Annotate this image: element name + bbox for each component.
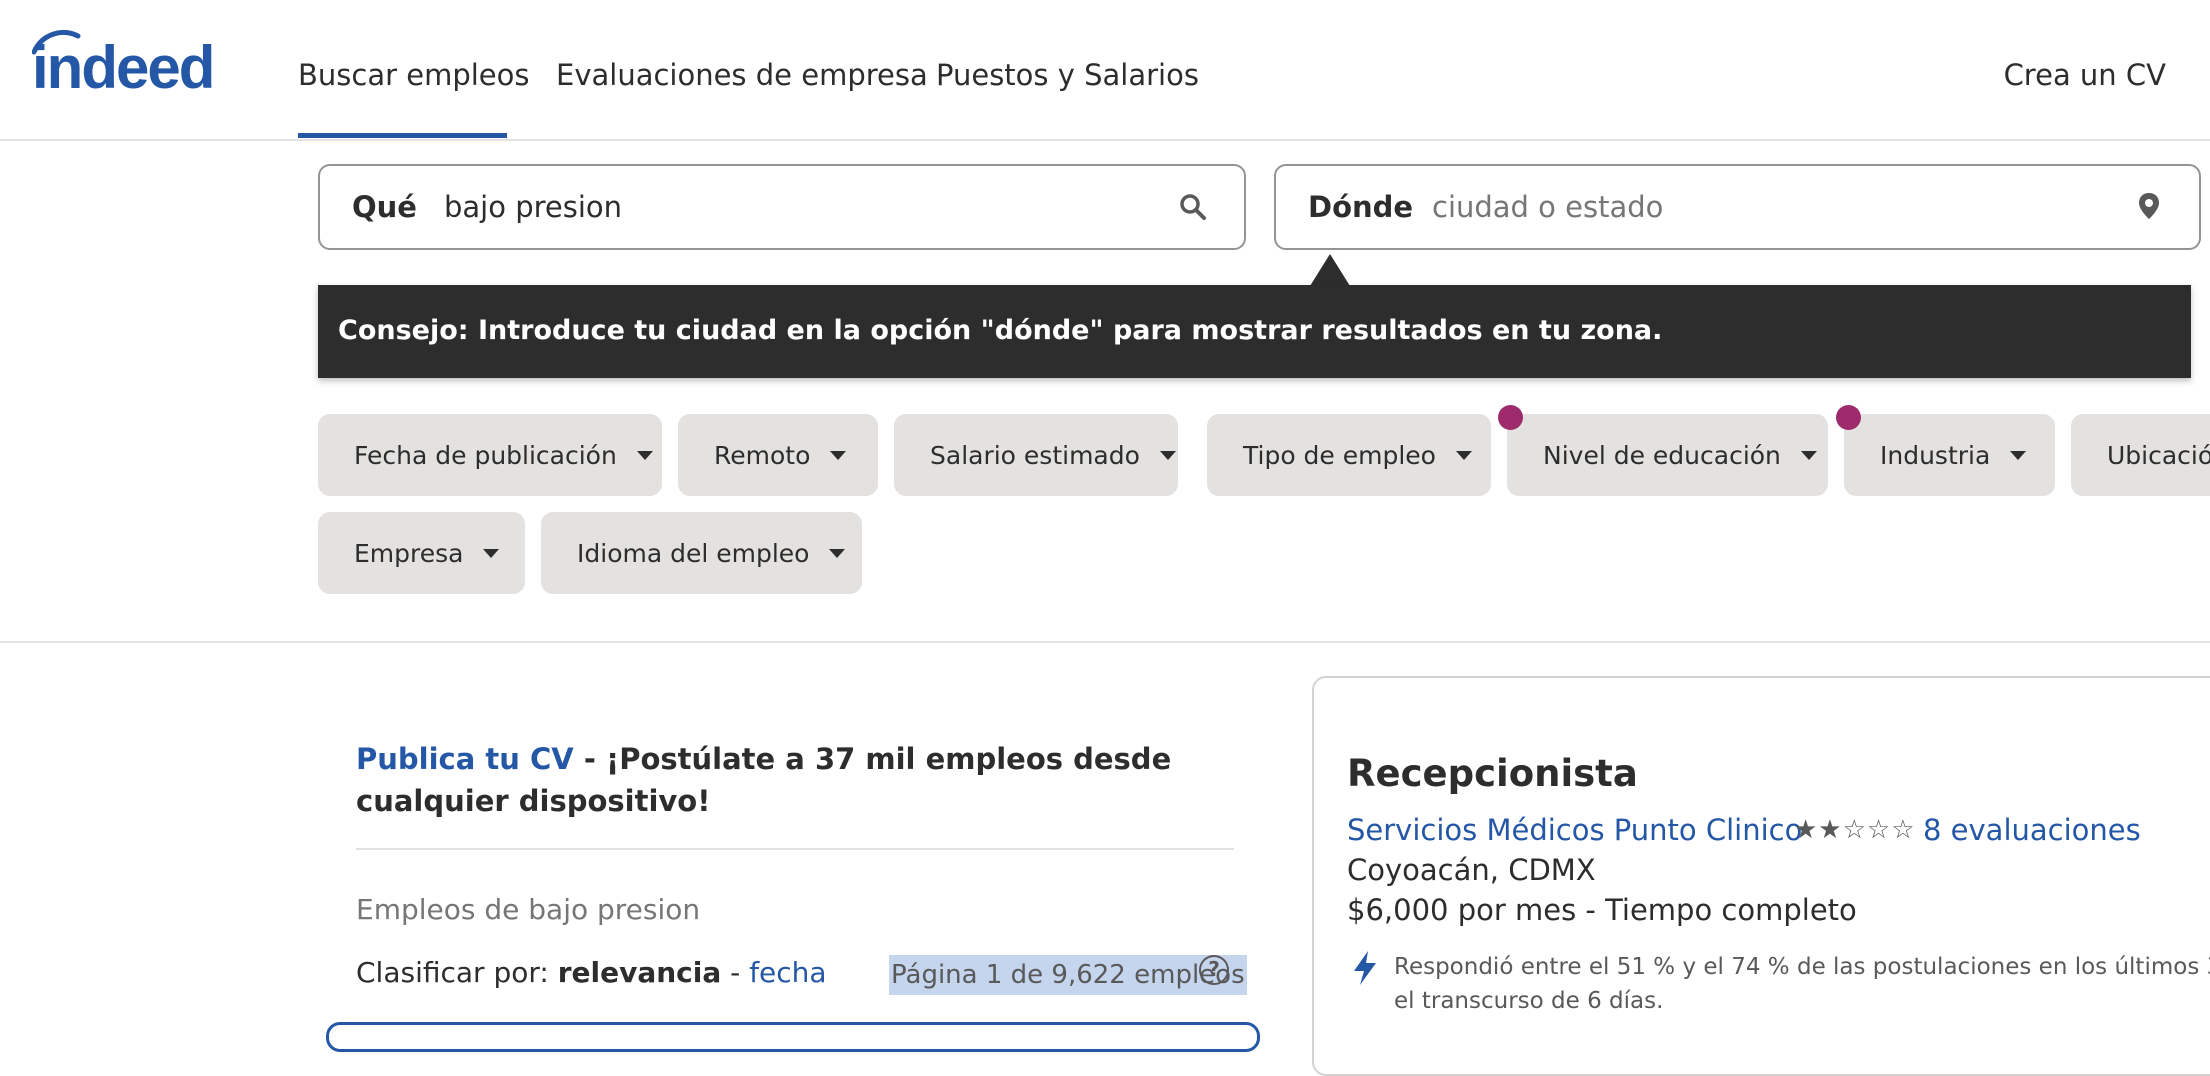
tip-text: Consejo: Introduce tu ciudad en la opció… <box>338 315 1663 346</box>
chevron-down-icon <box>829 548 846 558</box>
nav-puestos-salarios[interactable]: Puestos y Salarios <box>936 58 1199 92</box>
nav-buscar-empleos[interactable]: Buscar empleos <box>298 58 530 92</box>
new-filter-dot <box>1498 405 1523 430</box>
chevron-down-icon <box>1800 450 1817 460</box>
rating-stars-icon: ★★☆☆☆ <box>1794 815 1916 845</box>
job-card-selected[interactable] <box>326 1022 1260 1052</box>
sort-fecha-link[interactable]: fecha <box>749 956 826 989</box>
section-divider <box>0 641 2210 643</box>
filter-tipo-empleo[interactable]: Tipo de empleo <box>1207 414 1491 496</box>
where-search-box[interactable]: Dónde ciudad o estado <box>1274 164 2201 250</box>
crea-cv-link[interactable]: Crea un CV <box>2004 58 2166 92</box>
chevron-down-icon <box>1455 450 1472 460</box>
filter-fecha-publicacion[interactable]: Fecha de publicación <box>318 414 662 496</box>
sort-relevancia: relevancia <box>557 956 722 989</box>
sort-by: Clasificar por: relevancia - fecha <box>356 956 827 989</box>
what-label: Qué <box>352 190 417 224</box>
filter-nivel-educacion[interactable]: Nivel de educación <box>1507 414 1828 496</box>
what-input[interactable]: bajo presion <box>444 190 622 224</box>
chevron-down-icon <box>2010 450 2027 460</box>
promo-banner: Publica tu CV - ¡Postúlate a 37 mil empl… <box>356 738 1236 822</box>
search-icon[interactable] <box>1178 192 1208 222</box>
chevron-down-icon <box>830 450 847 460</box>
tooltip-pointer <box>1310 254 1350 286</box>
filter-idioma-empleo[interactable]: Idioma del empleo <box>541 512 862 594</box>
filter-ubicacion[interactable]: Ubicación <box>2071 414 2210 496</box>
results-title: Empleos de bajo presion <box>356 893 701 926</box>
chevron-down-icon <box>1159 450 1176 460</box>
what-search-box[interactable]: Qué bajo presion <box>318 164 1246 250</box>
new-filter-dot <box>1836 405 1861 430</box>
publica-cv-link[interactable]: Publica tu CV <box>356 742 574 776</box>
top-header: indeed Buscar empleos Evaluaciones de em… <box>0 0 2210 141</box>
help-icon[interactable]: ? <box>1199 955 1229 985</box>
job-location: Coyoacán, CDMX <box>1347 853 1596 887</box>
indeed-logo[interactable]: indeed <box>32 30 247 94</box>
svg-text:indeed: indeed <box>32 34 213 94</box>
promo-divider <box>356 848 1234 850</box>
chevron-down-icon <box>636 450 653 460</box>
location-tip-tooltip: Consejo: Introduce tu ciudad en la opció… <box>318 285 2191 378</box>
lightning-bolt-icon <box>1354 951 1376 985</box>
chevron-down-icon <box>483 548 500 558</box>
company-link[interactable]: Servicios Médicos Punto Clinico <box>1347 813 1802 847</box>
filter-salario-estimado[interactable]: Salario estimado <box>894 414 1178 496</box>
nav-active-indicator <box>298 133 507 138</box>
where-input[interactable]: ciudad o estado <box>1432 190 1663 224</box>
filter-industria[interactable]: Industria <box>1844 414 2055 496</box>
filter-remoto[interactable]: Remoto <box>678 414 878 496</box>
response-rate-text: Respondió entre el 51 % y el 74 % de las… <box>1394 954 2210 1014</box>
reviews-link[interactable]: 8 evaluaciones <box>1923 813 2141 847</box>
location-pin-icon <box>2139 193 2159 219</box>
page-count: Página 1 de 9,622 empleos <box>889 955 1247 995</box>
job-title: Recepcionista <box>1347 752 1638 795</box>
nav-evaluaciones-empresa[interactable]: Evaluaciones de empresa <box>556 58 928 92</box>
where-label: Dónde <box>1308 190 1414 224</box>
filter-empresa[interactable]: Empresa <box>318 512 525 594</box>
job-salary: $6,000 por mes - Tiempo completo <box>1347 893 1857 927</box>
